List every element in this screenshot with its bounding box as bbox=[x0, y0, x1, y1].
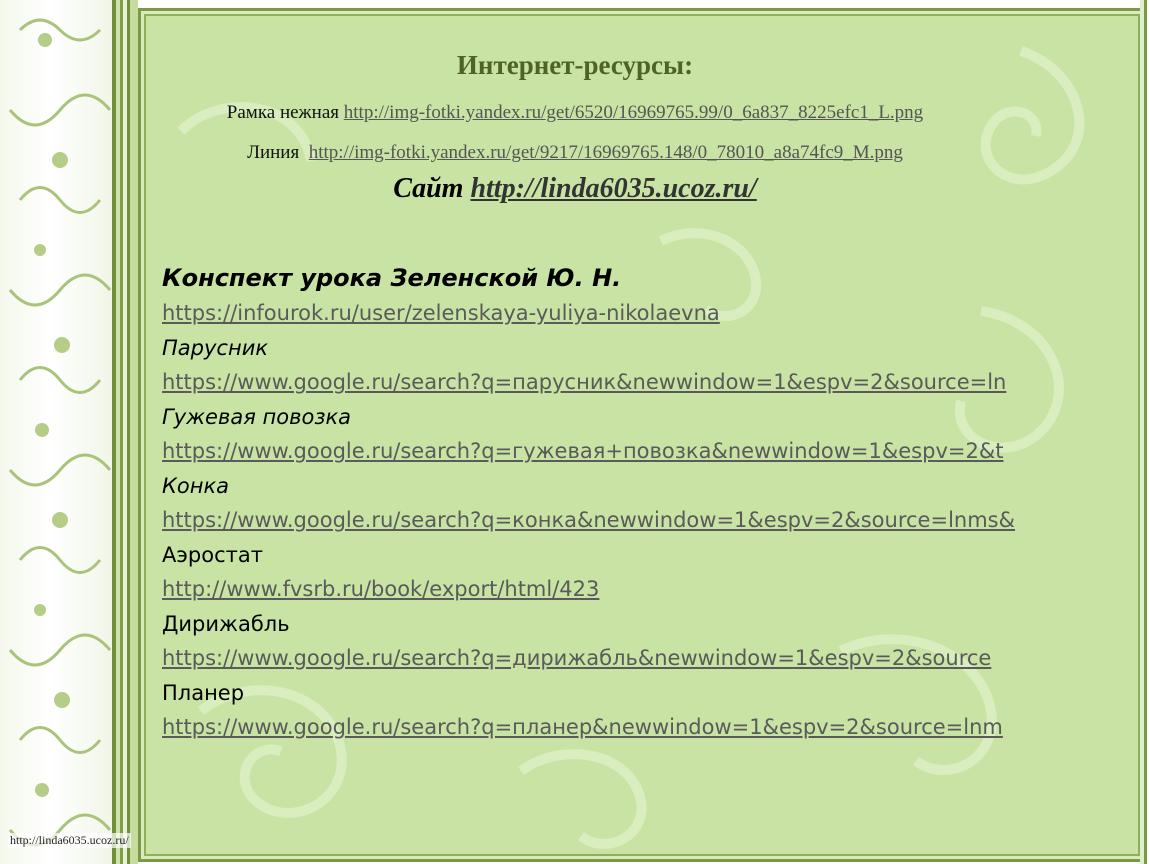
lesson-link[interactable]: https://infourok.ru/user/zelenskaya-yuli… bbox=[162, 296, 1122, 331]
footer-source-link[interactable]: http://linda6035.ucoz.ru/ bbox=[8, 833, 131, 848]
resource-label-glider: Планер bbox=[162, 681, 245, 705]
site-label: Сайт bbox=[393, 173, 464, 204]
divider-label: Линия bbox=[247, 142, 300, 163]
lesson-heading: Конспект урока Зеленской Ю. Н. bbox=[162, 264, 622, 292]
frame-resource-line: Рамка нежная http://img-fotki.yandex.ru/… bbox=[0, 102, 1150, 124]
resource-link-horse-cart[interactable]: https://www.google.ru/search?q=гужевая+п… bbox=[162, 434, 1122, 469]
divider-resource-line: Линия http://img-fotki.yandex.ru/get/921… bbox=[0, 142, 1150, 164]
resource-label-airship: Дирижабль bbox=[162, 612, 290, 636]
resource-link-horsecar[interactable]: https://www.google.ru/search?q=конка&new… bbox=[162, 503, 1122, 538]
slide-content: Интернет-ресурсы: Рамка нежная http://im… bbox=[0, 0, 1150, 864]
divider-link[interactable]: http://img-fotki.yandex.ru/get/9217/1696… bbox=[309, 142, 903, 163]
frame-label: Рамка нежная bbox=[226, 102, 340, 123]
frame-link[interactable]: http://img-fotki.yandex.ru/get/6520/1696… bbox=[344, 102, 923, 123]
resource-list: Конспект урока Зеленской Ю. Н. https://i… bbox=[162, 260, 1142, 745]
resource-label-horsecar: Конка bbox=[162, 474, 230, 498]
resource-link-balloon[interactable]: http://www.fvsrb.ru/book/export/html/423 bbox=[162, 572, 1122, 607]
site-link[interactable]: http://linda6035.ucoz.ru/ bbox=[470, 173, 756, 204]
resource-link-airship[interactable]: https://www.google.ru/search?q=дирижабль… bbox=[162, 641, 1122, 676]
resource-label-sailboat: Парусник bbox=[162, 336, 269, 360]
resource-link-glider[interactable]: https://www.google.ru/search?q=планер&ne… bbox=[162, 710, 1122, 745]
resource-link-sailboat[interactable]: https://www.google.ru/search?q=парусник&… bbox=[162, 365, 1122, 400]
resource-label-horse-cart: Гужевая повозка bbox=[162, 405, 352, 429]
site-resource-line: Сайт http://linda6035.ucoz.ru/ bbox=[0, 173, 1150, 205]
resource-label-balloon: Аэростат bbox=[162, 543, 263, 567]
page-title: Интернет-ресурсы: bbox=[456, 50, 694, 80]
